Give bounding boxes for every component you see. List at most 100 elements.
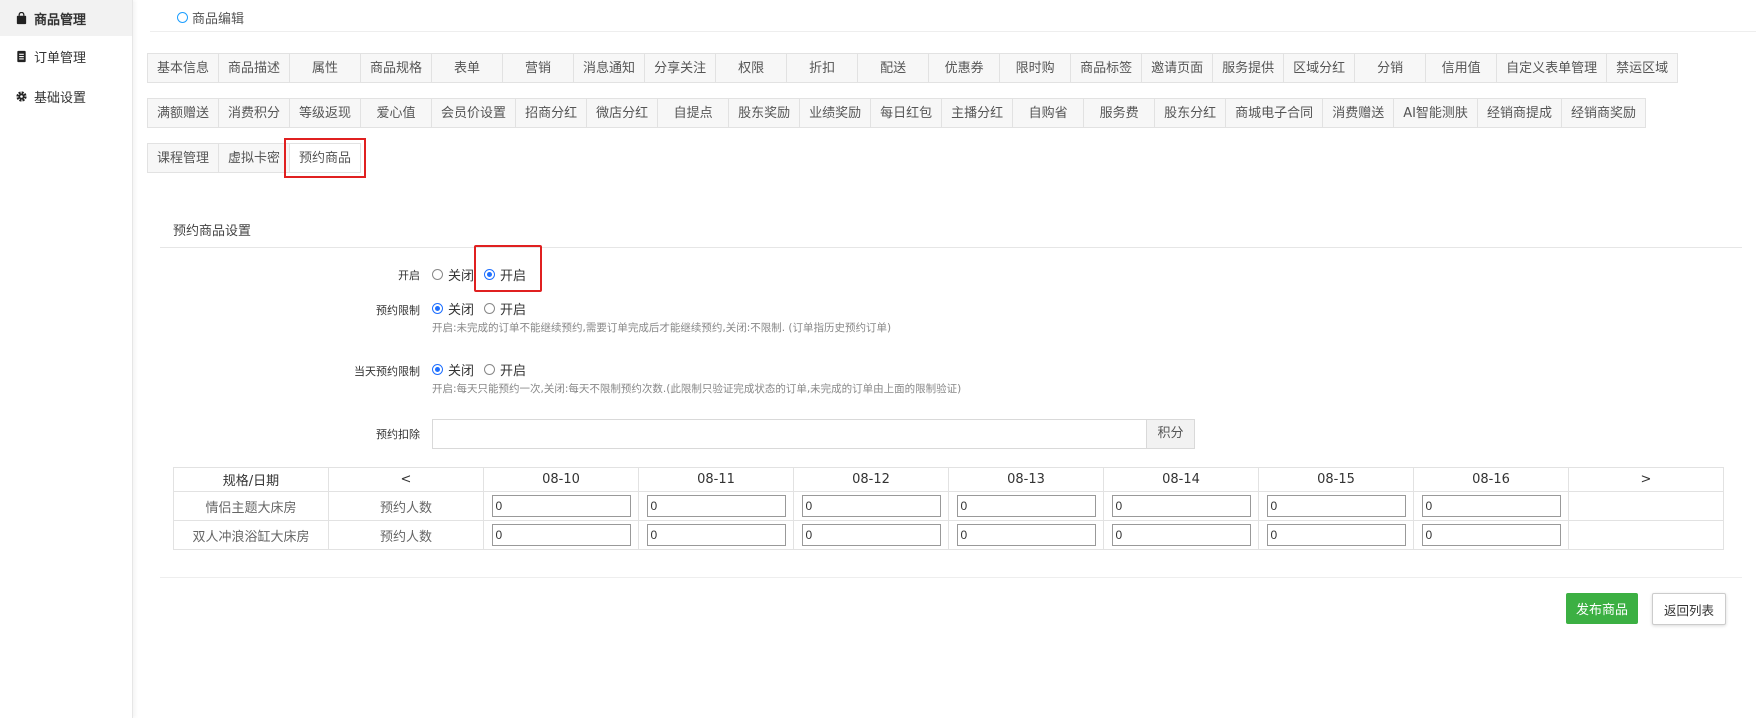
daily-off-option[interactable]: 关闭: [432, 360, 474, 379]
date-header: 08-15: [1258, 467, 1414, 492]
tab-item[interactable]: 服务费: [1083, 98, 1156, 128]
tab-item[interactable]: 区域分红: [1283, 53, 1356, 83]
tab-item[interactable]: 每日红包: [870, 98, 943, 128]
empty-cell: [1568, 520, 1724, 550]
booking-count-input[interactable]: [956, 524, 1096, 546]
prev-week-button[interactable]: <: [328, 467, 484, 492]
tab-item[interactable]: 自购省: [1012, 98, 1085, 128]
booking-count-input[interactable]: [646, 524, 786, 546]
enable-off-option[interactable]: 关闭: [432, 265, 474, 284]
booking-count-input[interactable]: [646, 495, 786, 517]
tab-item[interactable]: 经销商提成: [1476, 98, 1562, 128]
tab-item[interactable]: 自提点: [657, 98, 730, 128]
radio-icon[interactable]: [432, 269, 443, 280]
booking-count-input[interactable]: [956, 495, 1096, 517]
date-header: 08-16: [1413, 467, 1569, 492]
radio-label: 开启: [500, 364, 527, 379]
sidebar-item-goods[interactable]: 商品管理: [0, 0, 132, 36]
tab-item[interactable]: 消费积分: [218, 98, 291, 128]
next-week-button[interactable]: >: [1568, 467, 1724, 492]
tab-item[interactable]: 限时购: [999, 53, 1072, 83]
tab-item[interactable]: 经销商奖励: [1560, 98, 1646, 128]
daily-on-option[interactable]: 开启: [484, 360, 526, 379]
sidebar: 商品管理 订单管理 基础设置: [0, 0, 133, 718]
date-cell: [1413, 520, 1569, 550]
tab-item[interactable]: 虚拟卡密: [218, 143, 291, 173]
booking-count-input[interactable]: [801, 524, 941, 546]
sidebar-item-orders[interactable]: 订单管理: [0, 36, 132, 76]
date-header: 08-14: [1103, 467, 1259, 492]
booking-count-input[interactable]: [1421, 524, 1561, 546]
tab-item[interactable]: 基本信息: [147, 53, 220, 83]
tab-item[interactable]: 属性: [289, 53, 362, 83]
tab-item[interactable]: 权限: [715, 53, 788, 83]
date-cell: [1258, 491, 1414, 521]
sidebar-item-settings[interactable]: 基础设置: [0, 76, 132, 116]
tab-item[interactable]: 信用值: [1425, 53, 1498, 83]
tab-item[interactable]: 课程管理: [147, 143, 220, 173]
tab-item[interactable]: 预约商品: [284, 138, 367, 178]
tab-item[interactable]: 商品标签: [1070, 53, 1143, 83]
radio-checked-icon[interactable]: [432, 364, 443, 375]
metric-cell: 预约人数: [328, 520, 484, 550]
room-type-cell: 情侣主题大床房: [173, 491, 329, 521]
date-cell: [483, 491, 639, 521]
tab-item[interactable]: 分销: [1354, 53, 1427, 83]
tab-item[interactable]: 表单: [431, 53, 504, 83]
tab-item[interactable]: 自定义表单管理: [1496, 53, 1608, 83]
tab-item[interactable]: 招商分红: [515, 98, 588, 128]
radio-checked-icon[interactable]: [432, 303, 443, 314]
limit-off-option[interactable]: 关闭: [432, 299, 474, 318]
sidebar-item-label: 订单管理: [34, 50, 87, 66]
date-cell: [1258, 520, 1414, 550]
tab-item[interactable]: 分享关注: [644, 53, 717, 83]
tab-item[interactable]: 消息通知: [573, 53, 646, 83]
table-header-row: 规格/日期 < 08-10 08-11 08-12 08-13 08-14 08…: [173, 467, 1724, 492]
tab-item[interactable]: 等级返现: [289, 98, 362, 128]
limit-on-option[interactable]: 开启: [484, 299, 526, 318]
booking-count-input[interactable]: [491, 495, 631, 517]
booking-count-input[interactable]: [1421, 495, 1561, 517]
tab-item[interactable]: 邀请页面: [1141, 53, 1214, 83]
gear-icon: [14, 89, 28, 103]
tab-item[interactable]: 微店分红: [586, 98, 659, 128]
tab-item[interactable]: 会员价设置: [431, 98, 517, 128]
sidebar-item-label: 基础设置: [34, 90, 87, 106]
booking-count-input[interactable]: [801, 495, 941, 517]
date-cell: [948, 520, 1104, 550]
tab-item[interactable]: 满额赠送: [147, 98, 220, 128]
tab-item[interactable]: 折扣: [786, 53, 859, 83]
tab-item[interactable]: 商品规格: [360, 53, 433, 83]
tab-item[interactable]: 禁运区域: [1606, 53, 1679, 83]
radio-icon[interactable]: [484, 303, 496, 314]
tab-item[interactable]: 消费赠送: [1322, 98, 1395, 128]
radio-icon[interactable]: [484, 364, 496, 375]
tab-item[interactable]: 业绩奖励: [799, 98, 872, 128]
back-to-list-button[interactable]: 返回列表: [1652, 593, 1726, 625]
tab-item[interactable]: 商城电子合同: [1225, 98, 1324, 128]
tab-item[interactable]: 营销: [502, 53, 575, 83]
date-cell: [1413, 491, 1569, 521]
publish-button[interactable]: 发布商品: [1566, 593, 1638, 624]
date-header: 08-12: [793, 467, 949, 492]
booking-count-input[interactable]: [491, 524, 631, 546]
tab-item[interactable]: 股东分红: [1154, 98, 1227, 128]
tab-item[interactable]: 配送: [857, 53, 930, 83]
tab-item[interactable]: AI智能测肤: [1393, 98, 1478, 128]
booking-count-input[interactable]: [1111, 495, 1251, 517]
booking-count-input[interactable]: [1111, 524, 1251, 546]
deduct-unit: 积分: [1146, 419, 1195, 449]
limit-radio-group: 关闭 开启: [432, 299, 536, 318]
tab-item[interactable]: 主播分红: [941, 98, 1014, 128]
tab-item[interactable]: 爱心值: [360, 98, 433, 128]
date-cell: [948, 491, 1104, 521]
tab-item[interactable]: 股东奖励: [728, 98, 801, 128]
tab-item[interactable]: 商品描述: [218, 53, 291, 83]
divider: [160, 577, 1742, 578]
deduct-input[interactable]: [432, 419, 1147, 449]
tab-item[interactable]: 服务提供: [1212, 53, 1285, 83]
tab-item[interactable]: 优惠券: [928, 53, 1001, 83]
booking-count-input[interactable]: [1266, 495, 1406, 517]
date-cell: [638, 491, 794, 521]
booking-count-input[interactable]: [1266, 524, 1406, 546]
